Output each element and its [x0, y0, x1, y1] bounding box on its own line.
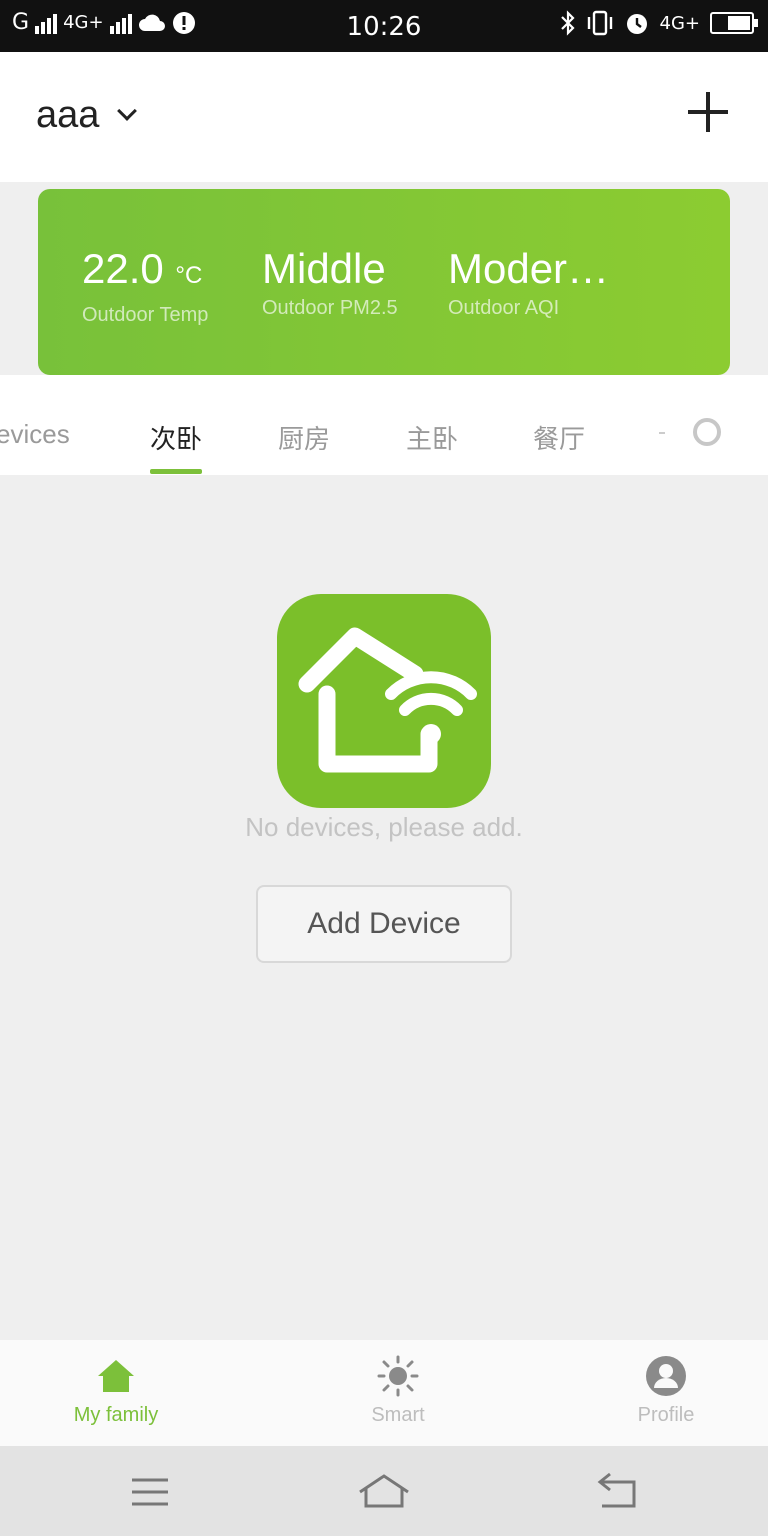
- nav-label: Smart: [371, 1404, 425, 1426]
- home-outline-icon[interactable]: [354, 1472, 414, 1512]
- alarm-icon: [626, 14, 647, 34]
- menu-icon[interactable]: [120, 1472, 180, 1512]
- plus-icon[interactable]: [688, 92, 728, 132]
- empty-message: No devices, please add.: [245, 812, 523, 842]
- active-tab-indicator: [150, 469, 202, 474]
- sun-icon: [376, 1354, 420, 1398]
- tab-divider: [659, 432, 665, 434]
- tab-second-bedroom[interactable]: 次卧: [150, 419, 202, 456]
- outdoor-temp: 22.0 °C Outdoor Temp: [82, 245, 208, 327]
- chevron-down-icon[interactable]: [117, 101, 137, 121]
- pm-label: Outdoor PM2.5: [262, 297, 398, 319]
- system-nav-bar: [0, 1446, 768, 1536]
- nav-smart[interactable]: Smart: [318, 1354, 478, 1427]
- weather-card[interactable]: 22.0 °C Outdoor Temp Middle Outdoor PM2.…: [38, 189, 730, 375]
- back-icon[interactable]: [588, 1472, 648, 1512]
- room-tabs: evices 次卧 厨房 主卧 餐厅: [0, 375, 768, 475]
- home-icon: [94, 1354, 138, 1398]
- network-4g-label: 4G+: [659, 12, 700, 34]
- tab-master-bedroom[interactable]: 主卧: [406, 419, 458, 456]
- pm-value: Middle: [262, 245, 386, 292]
- battery-icon: [710, 12, 758, 34]
- outdoor-aqi: Moder… Outdoor AQI: [448, 245, 609, 320]
- aqi-label: Outdoor AQI: [448, 297, 560, 319]
- temp-label: Outdoor Temp: [82, 304, 209, 326]
- status-right: 4G+: [560, 10, 758, 36]
- app-header: aaa: [0, 52, 768, 182]
- nav-label: My family: [73, 1404, 159, 1426]
- gear-icon[interactable]: [693, 418, 721, 446]
- tab-all-devices[interactable]: evices: [0, 419, 70, 450]
- tab-kitchen[interactable]: 厨房: [278, 419, 330, 456]
- bluetooth-icon: [560, 10, 575, 36]
- aqi-value: Moder…: [448, 245, 610, 292]
- nav-label: Profile: [637, 1404, 695, 1426]
- tab-dining-room[interactable]: 餐厅: [533, 419, 585, 456]
- temp-unit: °C: [175, 262, 203, 289]
- smart-home-wifi-icon: [277, 594, 491, 808]
- family-selector[interactable]: aaa: [36, 94, 99, 137]
- temp-value: 22.0: [82, 245, 164, 292]
- status-bar: G 4G+ 10:26 4G+: [0, 0, 768, 52]
- profile-icon: [644, 1354, 688, 1398]
- nav-profile[interactable]: Profile: [586, 1354, 746, 1427]
- add-device-button[interactable]: Add Device: [256, 885, 512, 963]
- vibrate-icon: [587, 10, 612, 36]
- bottom-nav: My family Smart Profile: [0, 1340, 768, 1446]
- outdoor-pm25: Middle Outdoor PM2.5: [262, 245, 398, 320]
- nav-my-family[interactable]: My family: [36, 1354, 196, 1427]
